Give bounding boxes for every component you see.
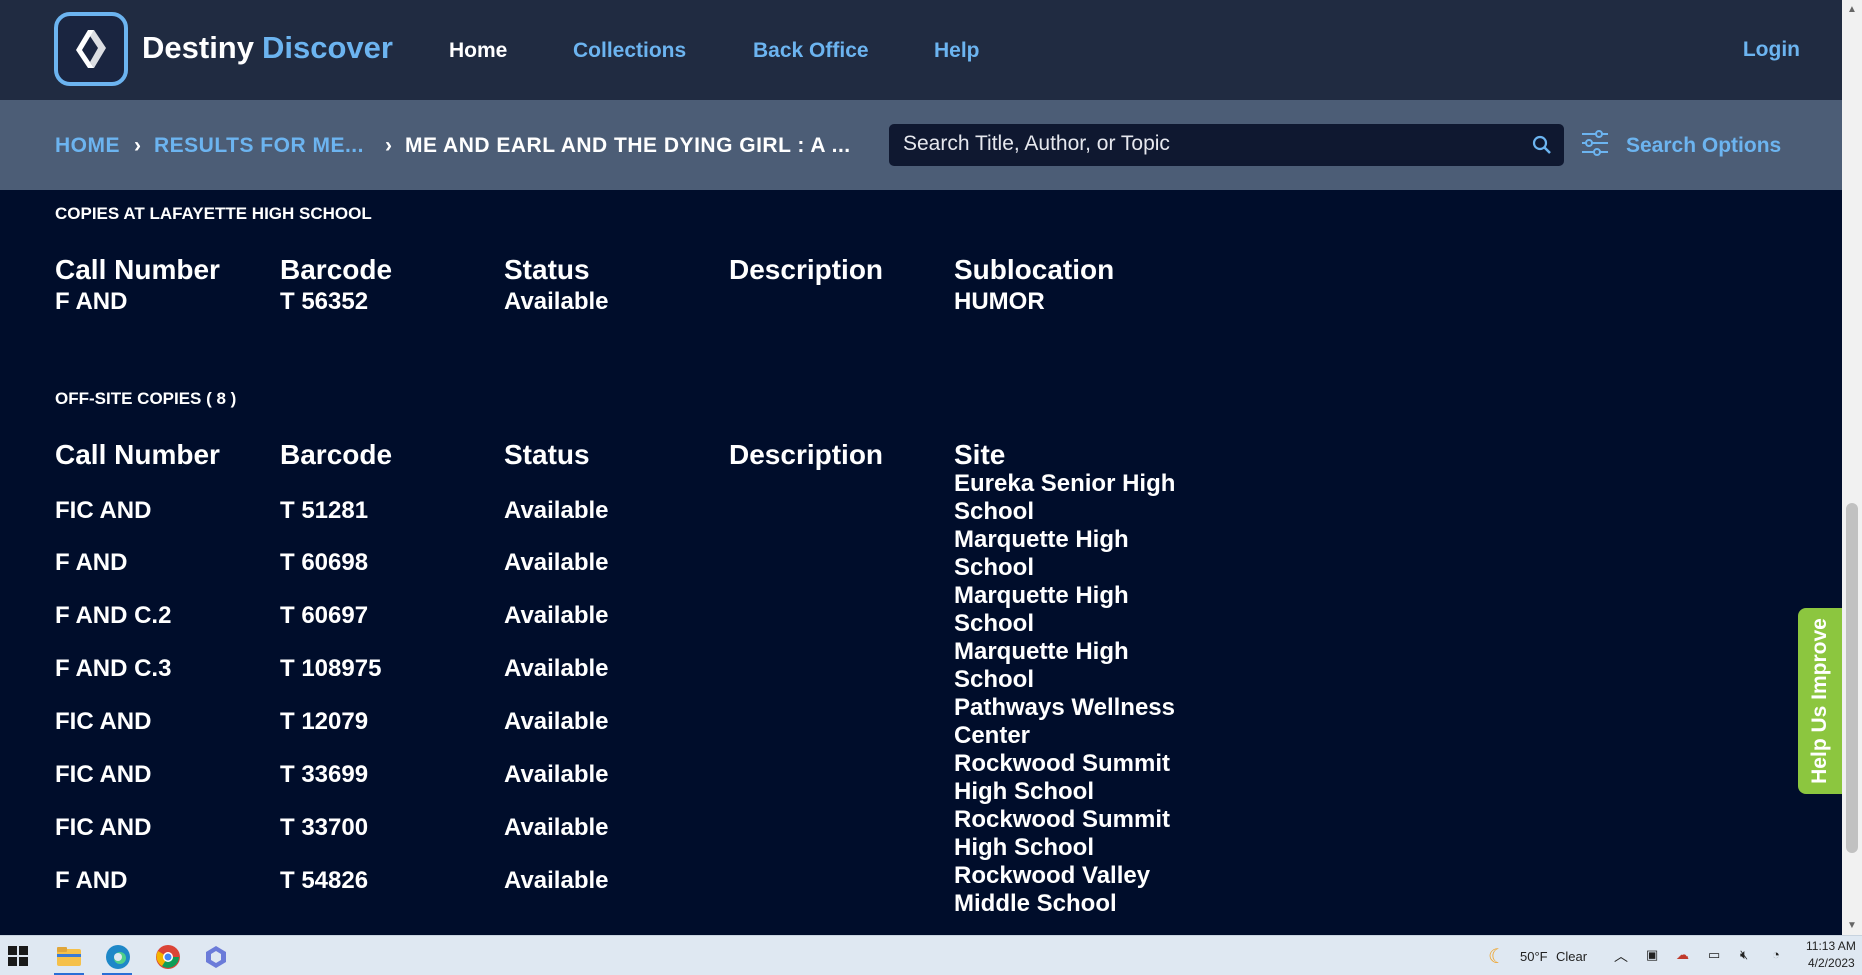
help-us-improve-label: Help Us Improve: [1808, 618, 1831, 784]
offsite-status: Available: [504, 814, 609, 841]
local-sublocation: HUMOR: [954, 288, 1045, 315]
windows-start-icon[interactable]: [8, 946, 34, 972]
column-header-sublocation: Sublocation: [954, 254, 1115, 285]
edge-browser-icon[interactable]: [105, 944, 131, 970]
scroll-up-arrow-icon[interactable]: ▲: [1847, 4, 1857, 15]
search-options-link[interactable]: Search Options: [1626, 134, 1781, 158]
column-header-description: Description: [729, 439, 884, 470]
offsite-site: Rockwood Valley Middle School: [954, 862, 1151, 917]
offsite-site: Rockwood Summit High School: [954, 806, 1171, 861]
onedrive-icon[interactable]: ☁: [1676, 947, 1689, 963]
scroll-down-arrow-icon[interactable]: ▼: [1847, 920, 1857, 931]
nav-help[interactable]: Help: [934, 39, 980, 63]
offsite-site: Marquette High School: [954, 582, 1129, 637]
chrome-browser-icon[interactable]: [155, 944, 181, 970]
destiny-logo-icon[interactable]: [54, 12, 128, 86]
file-explorer-icon[interactable]: [56, 944, 82, 970]
offsite-call-number: F AND C.2: [55, 602, 172, 629]
offsite-call-number: FIC AND: [55, 708, 152, 735]
offsite-barcode: T 12079: [280, 708, 369, 735]
windows-taskbar: ☾ 50°F Clear ︿ ▣ ☁ ▭ 🔇︎ ◔ 11:13 AM 4/2/2…: [0, 935, 1862, 975]
brand-name-discover: Discover: [261, 30, 393, 65]
column-header-barcode: Barcode: [280, 439, 393, 470]
login-link[interactable]: Login: [1743, 38, 1800, 62]
search-icon[interactable]: [1532, 135, 1552, 160]
offsite-status: Available: [504, 867, 609, 894]
weather-temperature[interactable]: 50°F: [1520, 949, 1548, 964]
show-hidden-icons-chevron-icon[interactable]: ︿: [1614, 946, 1628, 966]
column-header-barcode: Barcode: [280, 254, 393, 285]
offsite-status: Available: [504, 761, 609, 788]
offsite-copies-title: OFF-SITE COPIES ( 8 ): [55, 389, 237, 408]
copilot-app-icon[interactable]: [203, 944, 229, 970]
offsite-status: Available: [504, 602, 609, 629]
wifi-icon[interactable]: ◔: [1772, 947, 1780, 962]
meet-now-icon[interactable]: ▣: [1646, 947, 1658, 963]
offsite-barcode: T 33700: [280, 814, 369, 841]
column-header-status: Status: [504, 254, 590, 285]
column-header-description: Description: [729, 254, 884, 285]
search-input[interactable]: [903, 132, 1503, 156]
column-header-call-number: Call Number: [55, 254, 220, 285]
offsite-barcode: T 108975: [280, 655, 382, 682]
offsite-site: Marquette High School: [954, 638, 1129, 693]
offsite-call-number: F AND: [55, 549, 128, 576]
column-header-site: Site: [954, 439, 1006, 470]
offsite-barcode: T 60697: [280, 602, 369, 629]
weather-moon-icon[interactable]: ☾: [1488, 944, 1506, 969]
sliders-icon[interactable]: [1580, 128, 1610, 163]
offsite-site: Pathways Wellness Center: [954, 694, 1175, 749]
brand-name-destiny: Destiny: [142, 30, 254, 65]
offsite-site: Eureka Senior High School: [954, 470, 1176, 525]
offsite-call-number: F AND: [55, 867, 128, 894]
breadcrumb-current-title: ME AND EARL AND THE DYING GIRL : A ...: [405, 134, 851, 157]
offsite-call-number: FIC AND: [55, 814, 152, 841]
offsite-status: Available: [504, 497, 609, 524]
offsite-barcode: T 54826: [280, 867, 369, 894]
offsite-call-number: FIC AND: [55, 761, 152, 788]
local-barcode: T 56352: [280, 288, 369, 315]
weather-description[interactable]: Clear: [1556, 949, 1587, 964]
chevron-right-icon: ›: [385, 134, 392, 157]
breadcrumb-results[interactable]: RESULTS FOR ME...: [154, 134, 364, 158]
battery-icon[interactable]: ▭: [1708, 947, 1720, 963]
offsite-barcode: T 60698: [280, 549, 369, 576]
brand-title[interactable]: Destiny Discover: [142, 30, 393, 66]
column-header-status: Status: [504, 439, 590, 470]
search-box[interactable]: [889, 124, 1564, 166]
offsite-barcode: T 51281: [280, 497, 369, 524]
offsite-site: Marquette High School: [954, 526, 1129, 581]
help-us-improve-tab[interactable]: Help Us Improve: [1798, 608, 1842, 794]
scrollbar-thumb[interactable]: [1846, 503, 1858, 853]
offsite-status: Available: [504, 549, 609, 576]
clock-time[interactable]: 11:13 AM: [1806, 939, 1856, 953]
offsite-barcode: T 33699: [280, 761, 369, 788]
offsite-site: Rockwood Summit High School: [954, 750, 1171, 805]
clock-date[interactable]: 4/2/2023: [1808, 956, 1855, 970]
nav-back-office[interactable]: Back Office: [753, 39, 869, 63]
breadcrumb-home[interactable]: HOME: [55, 134, 120, 158]
local-status: Available: [504, 288, 609, 315]
local-copies-title: COPIES AT LAFAYETTE HIGH SCHOOL: [55, 204, 372, 223]
local-call-number: F AND: [55, 288, 128, 315]
nav-home[interactable]: Home: [449, 39, 507, 63]
offsite-status: Available: [504, 708, 609, 735]
offsite-status: Available: [504, 655, 609, 682]
nav-collections[interactable]: Collections: [573, 39, 686, 63]
chevron-right-icon: ›: [134, 134, 141, 157]
volume-muted-icon[interactable]: 🔇︎: [1740, 947, 1748, 963]
offsite-call-number: F AND C.3: [55, 655, 172, 682]
offsite-call-number: FIC AND: [55, 497, 152, 524]
column-header-call-number: Call Number: [55, 439, 220, 470]
